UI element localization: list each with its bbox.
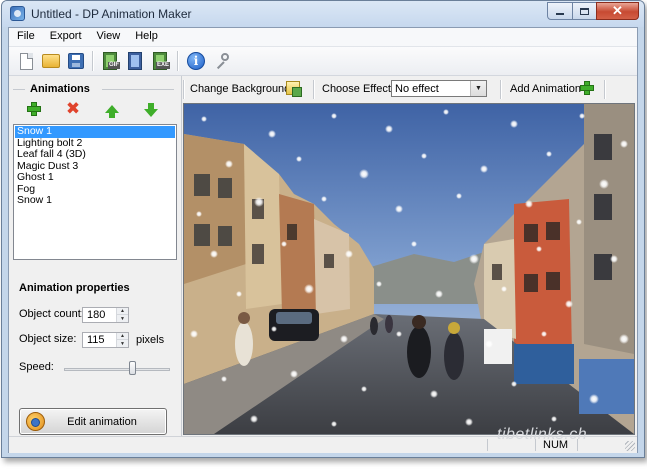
move-down-button[interactable] [141,99,161,119]
size-unit-label: pixels [136,334,165,346]
plus-icon [580,81,594,95]
info-icon: i [187,52,205,70]
resize-grip[interactable] [625,441,635,451]
window-controls: ✕ [547,2,639,20]
export-video-icon [128,52,142,70]
speed-label: Speed: [19,361,54,373]
menu-export[interactable]: Export [42,28,89,46]
open-button[interactable] [40,50,62,72]
change-background-button[interactable]: Change Background [190,83,290,95]
close-button[interactable]: ✕ [596,2,639,20]
list-item[interactable]: Snow 1 [15,194,175,207]
toolbar-separator [177,51,179,71]
title-bar: Untitled - DP Animation Maker ✕ [2,1,644,27]
export-gif-icon: GIF [103,52,120,70]
status-divider [487,439,488,451]
minimize-icon [556,13,564,15]
effect-select-value: No effect [395,83,439,95]
open-folder-icon [42,54,60,68]
speed-slider-track[interactable] [64,368,170,371]
object-size-label: Object size: [19,333,77,345]
object-size-value: 115 [87,334,105,346]
arrow-down-icon [144,103,158,117]
animation-canvas[interactable] [183,103,635,435]
animations-list[interactable]: Snow 1 Lighting bolt 2 Leaf fall 4 (3D) … [13,124,177,260]
export-exe-icon: EXE [153,52,170,70]
gif-tag: GIF [108,62,120,69]
choose-effect-label: Choose Effect: [322,83,394,95]
object-count-stepper[interactable]: 180 ▲ ▼ [82,307,129,323]
add-animation-plus-icon[interactable] [580,81,594,95]
list-item[interactable]: Leaf fall 4 (3D) [15,148,175,161]
menu-bar: File Export View Help [9,28,637,47]
toolbar: GIF EXE i [9,47,637,76]
about-button[interactable]: i [185,50,207,72]
spin-down-button[interactable]: ▼ [117,315,128,322]
spin-up-button[interactable]: ▲ [117,333,128,340]
change-background-icon[interactable] [286,81,302,97]
exe-tag: EXE [155,62,170,69]
spin-up-button[interactable]: ▲ [117,308,128,315]
divider [604,80,606,99]
watermark: tibetlinks.ch [497,426,588,443]
new-button[interactable] [15,50,37,72]
animations-heading: Animations [30,83,90,95]
delete-icon: ✖ [65,99,81,119]
arrow-up-icon [105,105,119,118]
properties-heading: Animation properties [19,282,130,294]
key-icon [213,52,231,70]
object-count-label: Object count: [19,308,84,320]
spin-buttons: ▲ ▼ [116,333,128,347]
export-video-button[interactable] [124,50,146,72]
menu-file[interactable]: File [9,28,42,46]
divider [500,80,502,99]
speed-slider-thumb[interactable] [129,361,137,375]
app-icon [10,6,25,21]
object-count-value: 180 [87,309,106,321]
move-up-button[interactable] [102,99,122,119]
app-window: Untitled - DP Animation Maker ✕ File Exp… [1,0,645,458]
plus-icon [27,102,41,116]
add-animation-button[interactable] [24,99,44,119]
delete-animation-button[interactable]: ✖ [63,99,83,119]
divider [313,80,315,99]
new-icon [19,52,33,70]
edit-animation-label: Edit animation [67,416,137,428]
animation-actions: ✖ [9,99,181,119]
export-exe-button[interactable]: EXE [149,50,171,72]
spin-buttons: ▲ ▼ [116,308,128,322]
animations-panel: Animations ✖ Snow 1 Lighting bolt 2 Leaf… [9,76,182,451]
save-icon [68,53,84,69]
divider [183,80,185,99]
maximize-button[interactable] [572,2,597,20]
chevron-down-icon[interactable]: ▼ [470,81,486,96]
effect-select[interactable]: No effect ▼ [391,80,487,97]
add-animation-link[interactable]: Add Animation [510,83,581,95]
export-gif-button[interactable]: GIF [99,50,121,72]
save-button[interactable] [65,50,87,72]
window-title: Untitled - DP Animation Maker [31,7,192,21]
effect-bar: Change Background Choose Effect: No effe… [182,76,637,102]
maximize-icon [580,7,589,15]
spin-down-button[interactable]: ▼ [117,340,128,347]
object-size-stepper[interactable]: 115 ▲ ▼ [82,332,129,348]
minimize-button[interactable] [547,2,573,20]
street-photo [184,104,634,434]
list-item[interactable]: Snow 1 [15,125,175,138]
divider [102,89,174,90]
close-icon: ✕ [612,3,623,18]
edit-animation-button[interactable]: Edit animation [19,408,167,435]
register-button[interactable] [211,50,233,72]
menu-help[interactable]: Help [127,28,165,46]
toolbar-separator [92,51,94,71]
list-item[interactable]: Ghost 1 [15,171,175,184]
divider [13,89,25,90]
menu-view[interactable]: View [89,28,128,46]
client-area: File Export View Help GIF EXE i Animatio… [8,27,638,453]
